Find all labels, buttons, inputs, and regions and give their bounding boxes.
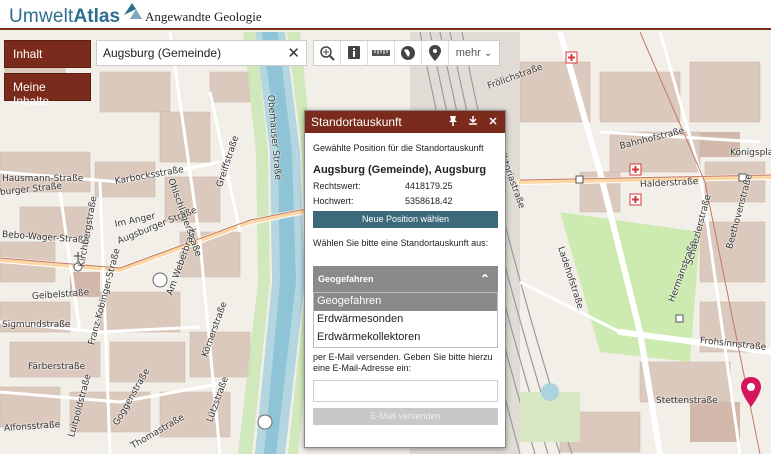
ruler-icon[interactable] bbox=[368, 41, 395, 65]
standortauskunft-dialog: Standortauskunft Gewählte Position für d… bbox=[304, 110, 506, 448]
hochwert-value: 5358618.42 bbox=[405, 196, 453, 206]
more-menu-button[interactable]: mehr ⌄ bbox=[449, 41, 499, 65]
option-erdwaermesonden[interactable]: Erdwärmesonden bbox=[314, 311, 497, 329]
rechtswert-row: Rechtswert: 4418179.25 bbox=[313, 181, 497, 191]
meine-inhalte-button[interactable]: Meine Inhalte bbox=[4, 73, 91, 108]
auskunft-select[interactable]: Geogefahren ⌃ bbox=[313, 266, 498, 292]
street-label: Königsplatz bbox=[730, 148, 771, 158]
logo-umwelt-text: Umwelt bbox=[9, 6, 74, 27]
more-label: mehr bbox=[455, 47, 481, 59]
street-label: Sigmundstraße bbox=[2, 320, 71, 330]
close-icon[interactable] bbox=[487, 115, 499, 127]
dialog-title: Standortauskunft bbox=[311, 115, 402, 129]
chevron-down-icon: ⌄ bbox=[483, 47, 493, 59]
dock-dialog-icon[interactable] bbox=[467, 115, 479, 127]
app-subtitle: Angewandte Geologie bbox=[145, 9, 262, 24]
search-box: ✕ bbox=[96, 40, 307, 66]
rechtswert-value: 4418179.25 bbox=[405, 181, 453, 191]
inhalt-button[interactable]: Inhalt bbox=[4, 40, 91, 68]
app-header: Umwelt Atlas Angewandte Geologie bbox=[0, 0, 771, 30]
option-erdwaermekollektoren[interactable]: Erdwärmekollektoren bbox=[314, 329, 497, 347]
globe-icon[interactable] bbox=[395, 41, 422, 65]
new-position-button[interactable]: Neue Position wählen bbox=[313, 211, 498, 228]
location-title: Augsburg (Gemeinde), Augsburg bbox=[313, 164, 487, 176]
rechtswert-label: Rechtswert: bbox=[313, 181, 361, 191]
clear-search-icon[interactable]: ✕ bbox=[287, 44, 300, 62]
choose-label: Wählen Sie bitte eine Standortauskunft a… bbox=[313, 238, 489, 248]
info-icon[interactable] bbox=[341, 41, 368, 65]
option-geogefahren[interactable]: Geogefahren bbox=[314, 293, 497, 311]
select-current-value: Geogefahren bbox=[318, 274, 374, 284]
map-search-icon[interactable] bbox=[314, 41, 341, 65]
pin-dialog-icon[interactable] bbox=[447, 115, 459, 127]
dialog-header[interactable]: Standortauskunft bbox=[305, 111, 505, 133]
app-logo[interactable]: Umwelt Atlas bbox=[9, 2, 142, 28]
email-field[interactable] bbox=[313, 380, 498, 402]
location-pin-icon[interactable] bbox=[422, 41, 449, 65]
position-label: Gewählte Position für die Standortauskun… bbox=[313, 143, 484, 153]
hochwert-row: Hochwert: 5358618.42 bbox=[313, 196, 497, 206]
hochwert-label: Hochwert: bbox=[313, 196, 354, 206]
chevron-up-icon: ⌃ bbox=[479, 272, 490, 286]
logo-atlas-text: Atlas bbox=[73, 6, 121, 27]
map-marker-icon[interactable] bbox=[739, 376, 763, 408]
map-toolbar: mehr ⌄ bbox=[313, 40, 500, 66]
email-note: per E-Mail versenden. Geben Sie bitte hi… bbox=[313, 352, 493, 373]
search-input[interactable] bbox=[97, 41, 282, 65]
send-email-button[interactable]: E-Mail versenden bbox=[313, 408, 498, 425]
street-label: Färberstraße bbox=[28, 362, 86, 372]
select-options: Geogefahren Erdwärmesonden Erdwärmekolle… bbox=[313, 292, 498, 348]
street-label: Stettenstraße bbox=[656, 396, 718, 406]
